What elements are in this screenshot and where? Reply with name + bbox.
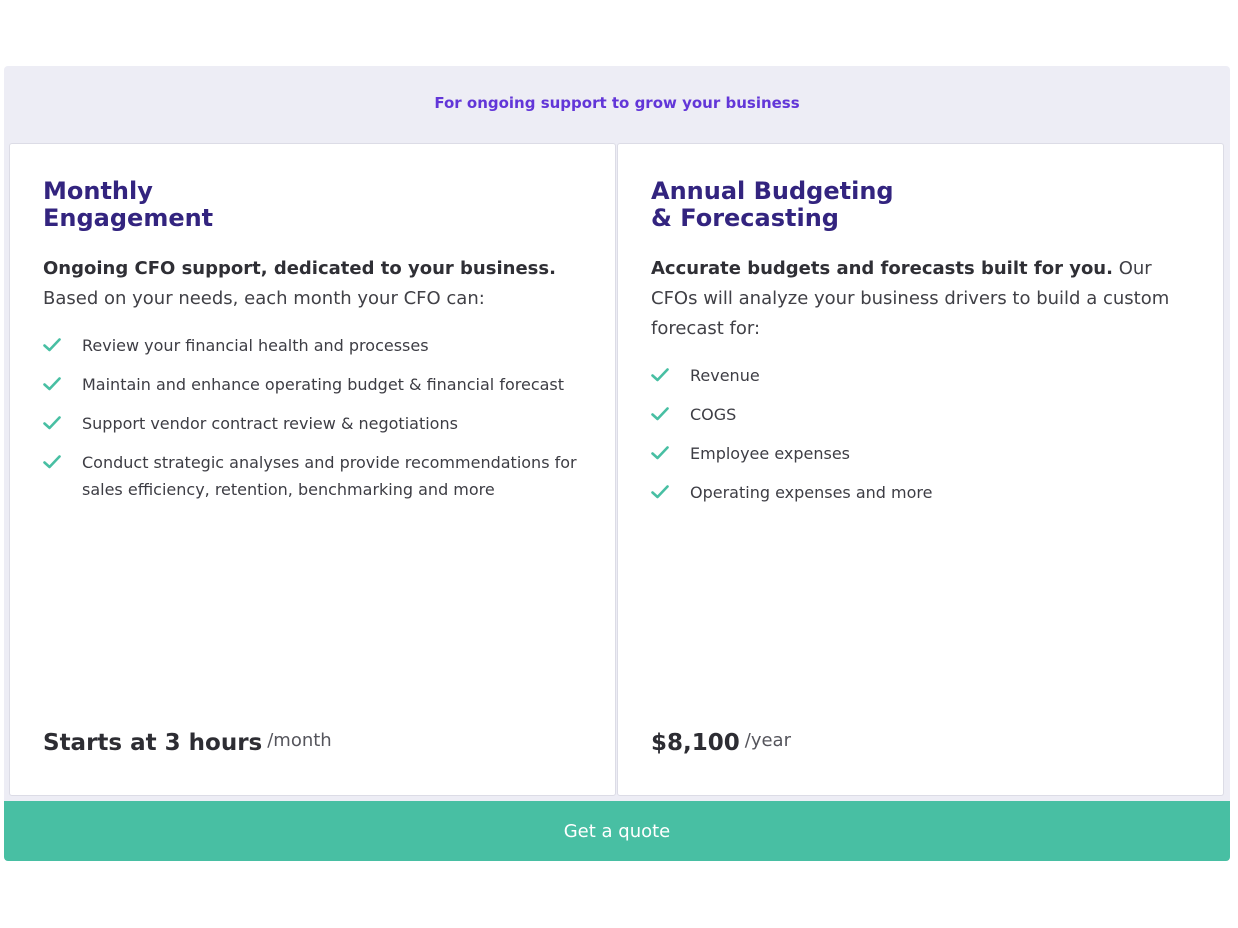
feature-text: Operating expenses and more	[690, 483, 933, 502]
price-unit: /year	[744, 730, 791, 751]
plan-title-line2: & Forecasting	[651, 204, 839, 232]
check-icon	[651, 368, 669, 382]
plan-title: Annual Budgeting & Forecasting	[651, 178, 951, 232]
plan-description-rest: Based on your needs, each month your CFO…	[43, 288, 485, 309]
plan-card-annual: Annual Budgeting & Forecasting Accurate …	[617, 143, 1224, 796]
plan-title-line2: Engagement	[43, 204, 214, 232]
feature-text: Maintain and enhance operating budget & …	[82, 375, 565, 394]
feature-text: Employee expenses	[690, 444, 851, 463]
check-icon	[651, 446, 669, 460]
plan-description-bold: Accurate budgets and forecasts built for…	[651, 258, 1113, 279]
feature-item: Maintain and enhance operating budget & …	[43, 371, 585, 398]
feature-item: Revenue	[651, 362, 1193, 389]
feature-list: Review your financial health and process…	[43, 332, 585, 503]
feature-item: Employee expenses	[651, 440, 1193, 467]
feature-text: Revenue	[690, 366, 760, 385]
plan-card-monthly: Monthly Engagement Ongoing CFO support, …	[9, 143, 616, 796]
plan-description-bold: Ongoing CFO support, dedicated to your b…	[43, 258, 556, 279]
check-icon	[43, 416, 61, 430]
feature-item: COGS	[651, 401, 1193, 428]
plan-title-line1: Annual Budgeting	[651, 177, 894, 205]
plan-price: Starts at 3 hours /month	[43, 730, 332, 756]
feature-text: Review your financial health and process…	[82, 336, 429, 355]
get-a-quote-button[interactable]: Get a quote	[4, 801, 1230, 861]
feature-text: Support vendor contract review & negotia…	[82, 414, 458, 433]
feature-item: Conduct strategic analyses and provide r…	[43, 449, 585, 503]
check-icon	[43, 455, 61, 469]
check-icon	[651, 407, 669, 421]
feature-list: Revenue COGS Employee expenses Operating…	[651, 362, 1193, 506]
feature-text: Conduct strategic analyses and provide r…	[82, 453, 577, 499]
panel-header: For ongoing support to grow your busines…	[434, 94, 800, 112]
pricing-panel: For ongoing support to grow your busines…	[4, 66, 1230, 861]
plan-title: Monthly Engagement	[43, 178, 343, 232]
plan-description: Ongoing CFO support, dedicated to your b…	[43, 254, 585, 314]
plan-title-line1: Monthly	[43, 177, 153, 205]
feature-item: Review your financial health and process…	[43, 332, 585, 359]
price-amount: Starts at 3 hours	[43, 730, 263, 756]
check-icon	[43, 377, 61, 391]
check-icon	[651, 485, 669, 499]
feature-text: COGS	[690, 405, 737, 424]
check-icon	[43, 338, 61, 352]
feature-item: Operating expenses and more	[651, 479, 1193, 506]
price-unit: /month	[267, 730, 332, 751]
price-amount: $8,100	[651, 730, 740, 756]
feature-item: Support vendor contract review & negotia…	[43, 410, 585, 437]
plan-description: Accurate budgets and forecasts built for…	[651, 254, 1171, 344]
plan-price: $8,100 /year	[651, 730, 791, 756]
plan-cards: Monthly Engagement Ongoing CFO support, …	[9, 143, 1225, 796]
